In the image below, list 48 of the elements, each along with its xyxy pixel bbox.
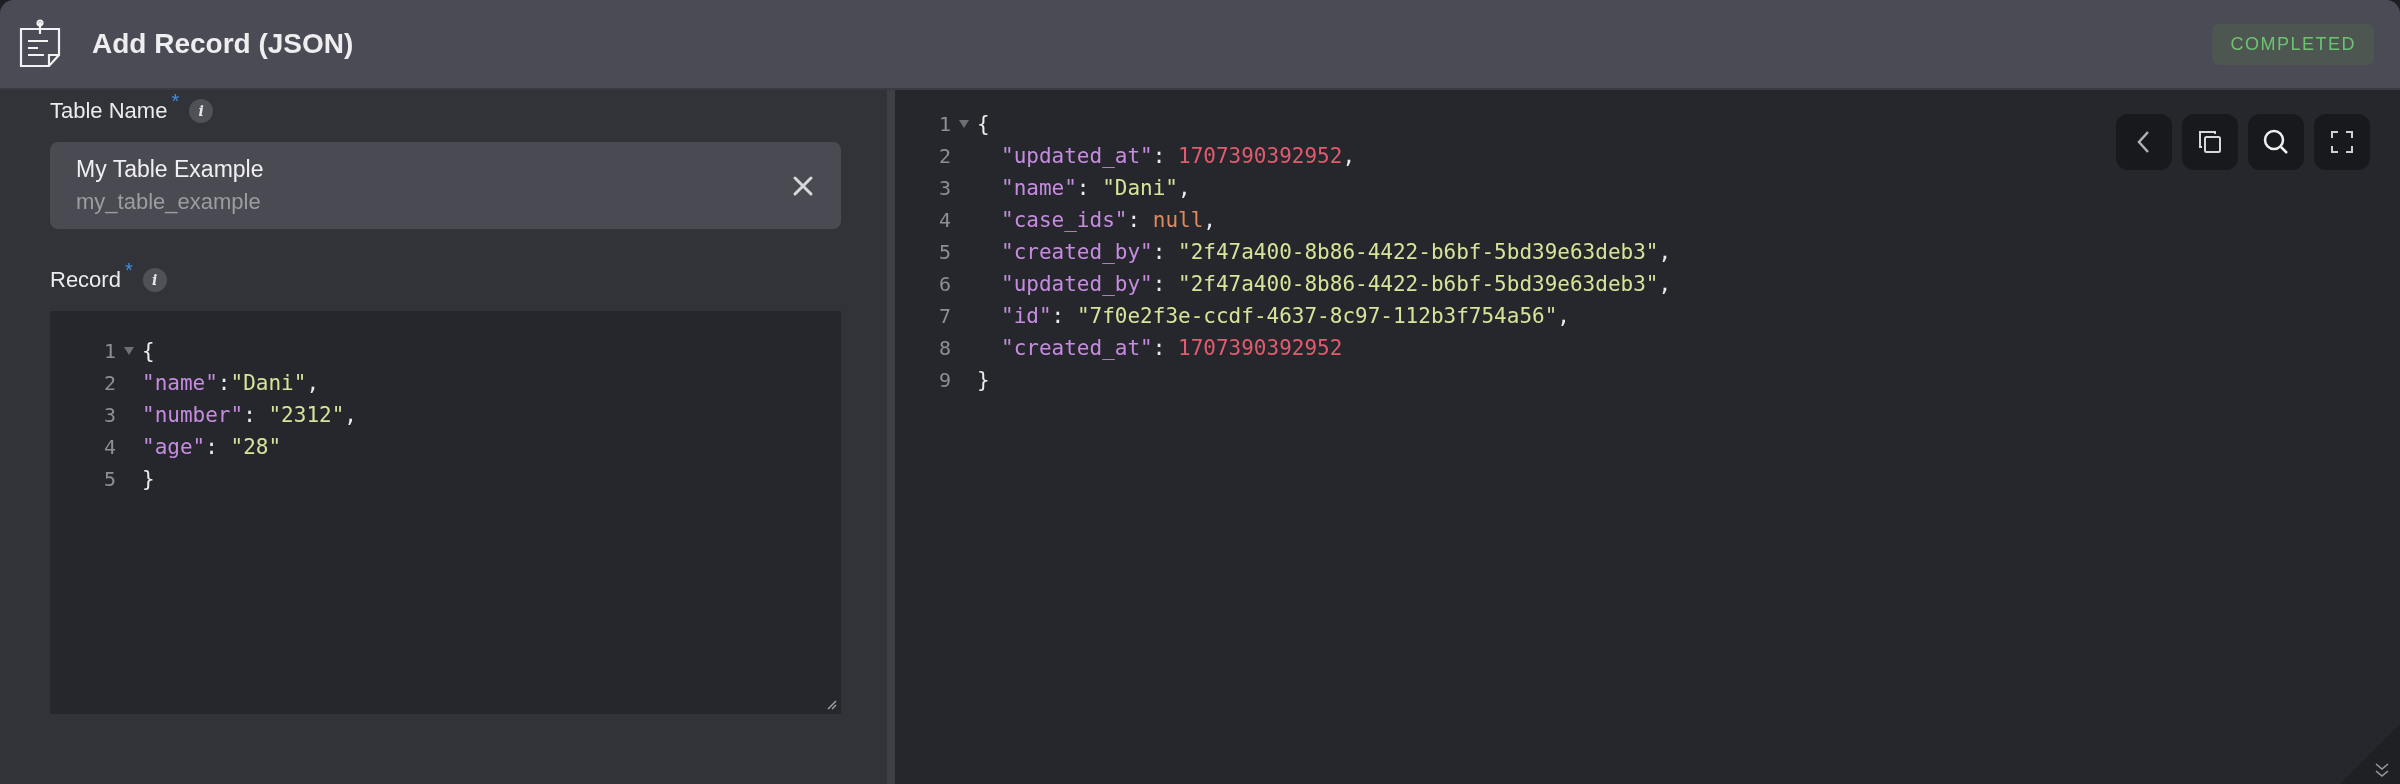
code-line: "updated_by": "2f47a400-8b86-4422-b6bf-5bd39e63deb3", xyxy=(1000,272,1672,296)
code-line: } xyxy=(142,467,155,491)
line-number: 5 xyxy=(937,240,951,264)
code-line: "name": "Dani", xyxy=(1000,176,1191,200)
line-number: 1 xyxy=(937,112,951,136)
info-icon[interactable]: i xyxy=(189,99,214,123)
field-label: Table Name xyxy=(50,98,168,124)
fullscreen-button[interactable] xyxy=(2314,114,2370,170)
field-subvalue: my_table_example xyxy=(76,189,262,215)
line-number: 2 xyxy=(937,144,951,168)
copy-button[interactable] xyxy=(2182,114,2238,170)
code-line: "updated_at": 1707390392952, xyxy=(1000,144,1356,168)
line-number: 9 xyxy=(937,368,951,392)
line-number: 4 xyxy=(102,435,116,459)
copy-icon xyxy=(2197,129,2223,155)
code-line: "created_by": "2f47a400-8b86-4422-b6bf-5bd39e63deb3", xyxy=(1000,240,1672,264)
code-line: "case_ids": null, xyxy=(1000,208,1216,232)
code-line: "created_at": 1707390392952 xyxy=(1000,336,1343,360)
info-icon[interactable]: i xyxy=(142,268,167,292)
line-number: 1 xyxy=(102,339,116,363)
line-number: 8 xyxy=(937,336,951,360)
field-value: My Table Example xyxy=(76,156,265,183)
code-line: "number": "2312", xyxy=(142,403,357,427)
code-line: { xyxy=(977,112,990,136)
status-badge: COMPLETED xyxy=(2212,23,2374,65)
line-number: 6 xyxy=(937,272,951,296)
line-number: 4 xyxy=(937,208,951,232)
code-editor[interactable]: 1 { 2 "name":"Dani", 3 "number": "2312", 4 "age": "28" 5 } xyxy=(50,311,841,714)
code-line: { xyxy=(142,339,155,363)
line-number: 3 xyxy=(937,176,951,200)
line-number: 5 xyxy=(102,467,116,491)
line-number: 3 xyxy=(102,403,116,427)
code-line: "id": "7f0e2f3e-ccdf-4637-8c97-112b3f754a56", xyxy=(1000,304,1570,328)
resize-handle-icon[interactable] xyxy=(825,698,837,710)
fullscreen-icon xyxy=(2331,131,2353,153)
table-select-field[interactable]: My Table Example my_table_example xyxy=(50,142,841,229)
required-mark: * xyxy=(124,258,133,282)
required-mark: * xyxy=(171,89,180,113)
search-button[interactable] xyxy=(2248,114,2304,170)
line-number: 2 xyxy=(102,371,116,395)
field-label: Record xyxy=(50,267,121,293)
code-line: } xyxy=(977,368,990,392)
line-number: 7 xyxy=(937,304,951,328)
back-button[interactable] xyxy=(2116,114,2172,170)
code-line: "name":"Dani", xyxy=(142,371,320,395)
search-icon xyxy=(2262,128,2290,156)
dialog-title: Add Record (JSON) xyxy=(92,28,355,60)
code-line: "age": "28" xyxy=(142,435,282,459)
